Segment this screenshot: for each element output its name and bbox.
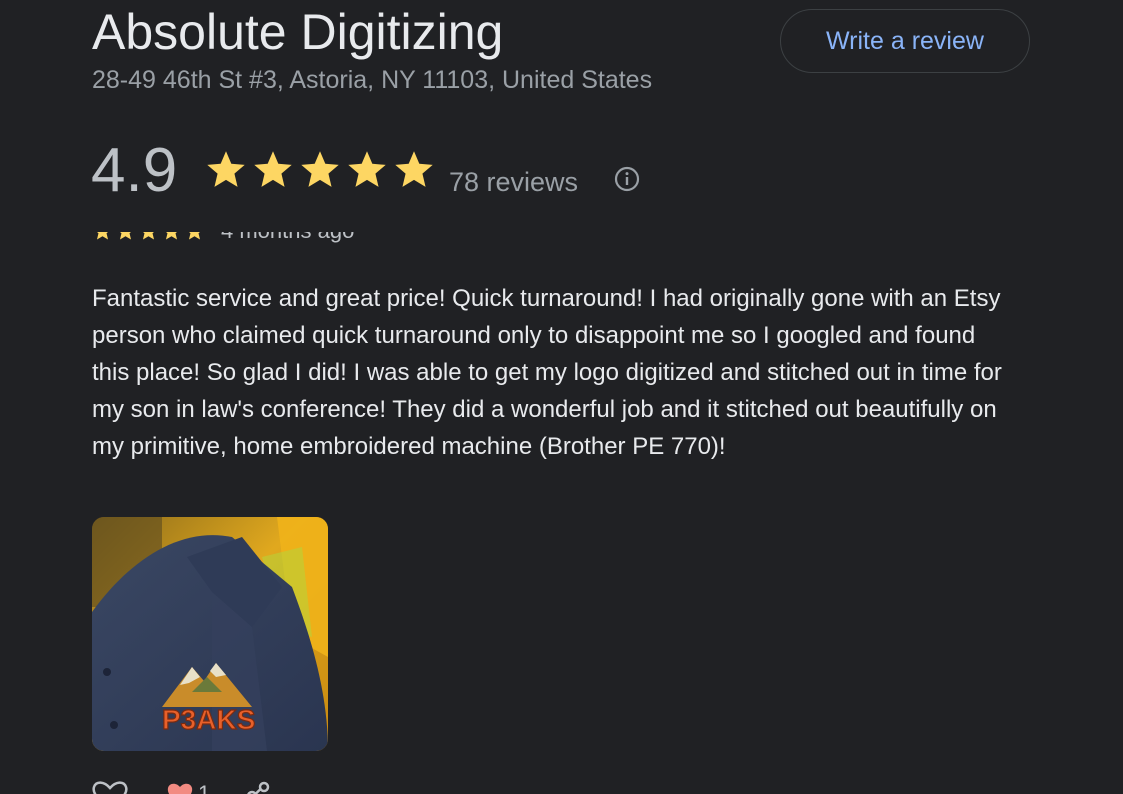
review-photo[interactable]: P3AKS	[92, 517, 328, 751]
write-review-button[interactable]: Write a review	[780, 9, 1030, 73]
reviews-panel: Absolute Digitizing 28-49 46th St #3, As…	[0, 0, 1123, 794]
review-stars	[92, 232, 205, 242]
star-icon	[142, 232, 155, 240]
star-icon	[119, 232, 132, 240]
star-icon	[395, 151, 433, 187]
reaction-count: 1	[198, 781, 211, 794]
star-icon	[207, 151, 245, 187]
star-icon	[348, 151, 386, 187]
review-meta: 4 months ago	[92, 232, 354, 244]
business-address: 28-49 46th St #3, Astoria, NY 11103, Uni…	[92, 66, 653, 94]
star-icon	[254, 151, 292, 187]
info-icon[interactable]	[614, 166, 640, 192]
star-icon	[165, 232, 178, 240]
reviews-count: 78 reviews	[449, 167, 579, 197]
review-actions: 1	[90, 781, 270, 794]
like-icon[interactable]	[90, 781, 130, 794]
star-icon	[301, 151, 339, 187]
star-icon	[96, 232, 109, 240]
heart-reaction-icon	[167, 783, 193, 794]
review-text: Fantastic service and great price! Quick…	[92, 285, 1002, 460]
share-icon[interactable]	[246, 781, 270, 794]
photo-logo-text: P3AKS	[162, 704, 255, 735]
business-name: Absolute Digitizing	[92, 4, 504, 60]
rating-stars	[204, 148, 436, 192]
reactions[interactable]: 1	[166, 781, 210, 794]
rating-value: 4.9	[91, 136, 178, 205]
review-list[interactable]: 4 months ago Fantastic service and great…	[0, 232, 1123, 794]
review-date: 4 months ago	[221, 232, 354, 244]
star-icon	[188, 232, 201, 240]
